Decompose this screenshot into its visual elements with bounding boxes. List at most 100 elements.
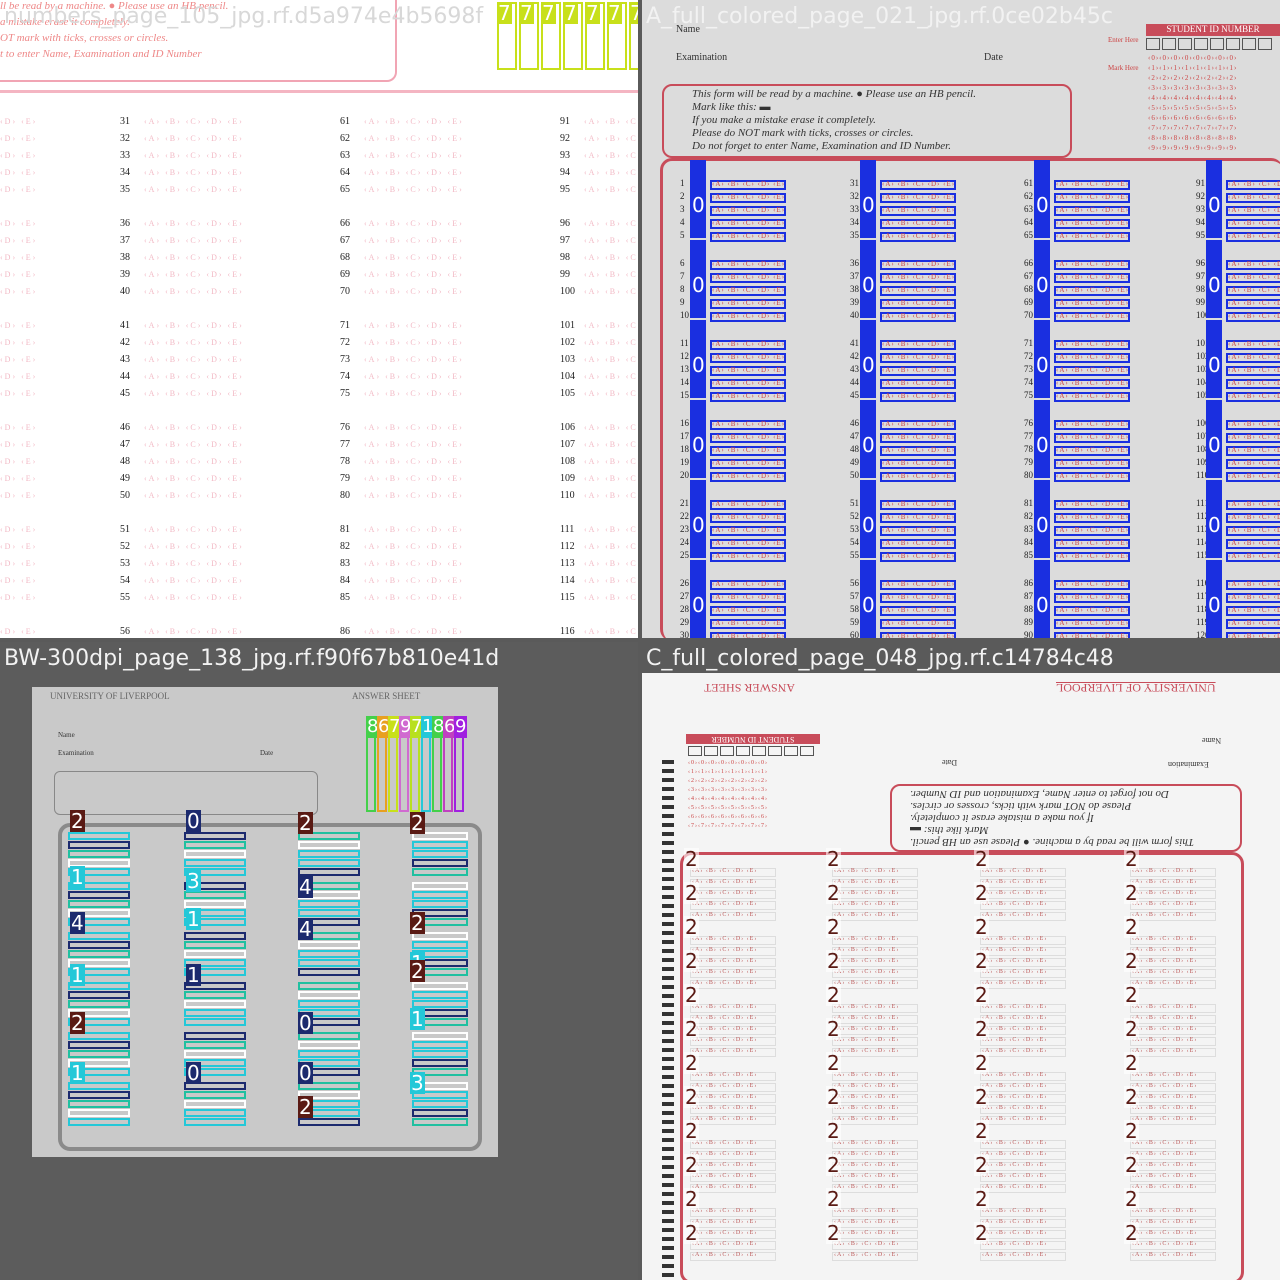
answer-bubbles: ‹D› ‹E› (0, 236, 38, 245)
answer-row-box (184, 950, 246, 958)
answer-row-box (184, 850, 246, 858)
detection-label: 0 (691, 513, 706, 537)
question-number: 53 (120, 558, 130, 569)
timing-mark (662, 1102, 674, 1106)
row-detection-label: 0 (298, 1061, 313, 1085)
question-number: 73 (340, 354, 350, 365)
timing-mark (662, 958, 674, 962)
answer-bubbles: ‹A› ‹B› ‹C› ‹D› ‹E› (364, 372, 464, 381)
question-number: 32 (850, 191, 859, 201)
timing-mark (662, 1174, 674, 1178)
answer-bubbles: ‹A› ‹B› ‹C› ‹D› ‹E› (982, 1140, 1048, 1146)
detection-label: 0 (861, 353, 876, 377)
answer-bubbles: ‹D› ‹E› (0, 287, 38, 296)
timing-mark (662, 1219, 674, 1223)
answer-row-box (184, 841, 246, 849)
question-number: 83 (1024, 524, 1033, 534)
detection-label: 2 (1124, 949, 1139, 973)
question-number: 40 (120, 286, 130, 297)
id-digit-label: 7 (563, 1, 578, 25)
timing-mark (662, 1075, 674, 1079)
answer-bubbles: ‹A› ‹B› ‹C› ‹D› ‹E› (1056, 552, 1130, 560)
answer-bubbles: ‹A› ‹B› ‹C› ‹D› ‹E› (584, 525, 638, 534)
answer-bubbles: ‹A› ‹B› ‹C› ‹D› ‹E› (834, 1241, 900, 1247)
detection-label: 2 (1124, 847, 1139, 871)
answer-bubbles: ‹A› ‹B› ‹C› ‹D› ‹E› (1228, 526, 1280, 534)
answer-bubbles: ‹A› ‹B› ‹C› ‹D› ‹E› (364, 270, 464, 279)
timing-mark (662, 904, 674, 908)
answer-bubbles: ‹A› ‹B› ‹C› ‹D› ‹E› (692, 890, 758, 896)
answer-row-box (412, 982, 468, 990)
detection-label: 2 (974, 1017, 989, 1041)
answer-bubbles: ‹A› ‹B› ‹C› ‹D› ‹E› (584, 270, 638, 279)
question-number: 43 (850, 364, 859, 374)
question-number: 68 (340, 252, 350, 263)
answer-bubbles: ‹A› ‹B› ‹C› ‹D› ‹E› (1228, 232, 1280, 240)
id-digit-label: 7 (519, 1, 534, 25)
question-number: 110 (560, 490, 575, 501)
answer-row-box (184, 1050, 246, 1058)
question-number: 54 (120, 575, 130, 586)
detection-label: 2 (684, 1153, 699, 1177)
timing-mark (662, 787, 674, 791)
date-label: Date (942, 758, 958, 767)
answer-bubbles: ‹A› ‹B› ‹C› ‹D› ‹E› (882, 580, 956, 588)
answer-bubbles: ‹A› ‹B› ‹C› ‹D› ‹E› (712, 513, 786, 521)
answer-bubbles: ‹A› ‹B› ‹C› ‹D› ‹E› (882, 219, 956, 227)
answer-bubbles: ‹A› ‹B› ‹C› ‹D› ‹E› (692, 1105, 758, 1111)
answer-bubbles: ‹A› ‹B› ‹C› ‹D› ‹E› (882, 312, 956, 320)
instruction-line: Mark like this: ▬ (692, 101, 771, 113)
answer-bubbles: ‹A› ‹B› ‹C› ‹D› ‹E› (144, 423, 244, 432)
answer-bubbles: ‹A› ‹B› ‹C› ‹D› ‹E› (712, 593, 786, 601)
university-name: UNIVERSITY OF LIVERPOOL (1056, 681, 1216, 695)
answer-bubbles: ‹A› ‹B› ‹C› ‹D› ‹E› (144, 117, 244, 126)
detection-label: 2 (826, 1051, 841, 1075)
question-number: 65 (340, 184, 350, 195)
answer-bubbles: ‹A› ‹B› ‹C› ‹D› ‹E› (1132, 879, 1198, 885)
id-bubble-row: ‹7›‹7›‹7›‹7›‹7›‹7›‹7›‹7› (688, 823, 768, 829)
question-number: 101 (560, 320, 575, 331)
question-number: 78 (1024, 444, 1033, 454)
question-number: 64 (340, 167, 350, 178)
question-number: 91 (560, 116, 570, 127)
answer-bubbles: ‹A› ‹B› ‹C› ‹D› ‹E› (1056, 180, 1130, 188)
answer-bubbles: ‹A› ‹B› ‹C› ‹D› ‹E› (692, 1037, 758, 1043)
question-number: 103 (560, 354, 575, 365)
answer-row-box (298, 1000, 360, 1008)
answer-row-box (68, 1041, 130, 1049)
answer-bubbles: ‹A› ‹B› ‹C› ‹D› ‹E› (1132, 901, 1198, 907)
timing-mark (662, 895, 674, 899)
question-number: 86 (340, 626, 350, 637)
answer-bubbles: ‹A› ‹B› ‹C› ‹D› ‹E› (834, 1230, 900, 1236)
answer-row-box (412, 841, 468, 849)
question-number: 51 (850, 498, 859, 508)
row-detection-label: 2 (298, 1095, 313, 1119)
id-entry-box (1226, 38, 1240, 50)
answer-bubbles: ‹A› ‹B› ‹C› ‹D› ‹E› (834, 1105, 900, 1111)
answer-bubbles: ‹A› ‹B› ‹C› ‹D› ‹E› (882, 539, 956, 547)
question-number: 23 (680, 524, 689, 534)
answer-bubbles: ‹A› ‹B› ‹C› ‹D› ‹E› (692, 1252, 758, 1258)
answer-bubbles: ‹A› ‹B› ‹C› ‹D› ‹E› (982, 936, 1048, 942)
detection-label: 2 (684, 1017, 699, 1041)
question-number: 109 (560, 473, 575, 484)
detection-label: 0 (691, 433, 706, 457)
answer-row-box (412, 868, 468, 876)
instruction-line: If you make a mistake erase it completel… (910, 812, 1094, 824)
timing-mark (662, 1192, 674, 1196)
answer-row-box (68, 950, 130, 958)
answer-bubbles: ‹A› ‹B› ‹C› ‹D› ‹E› (982, 1252, 1048, 1258)
answer-bubbles: ‹A› ‹B› ‹C› ‹D› ‹E› (982, 1105, 1048, 1111)
answer-bubbles: ‹A› ‹B› ‹C› ‹D› ‹E› (1228, 552, 1280, 560)
answer-bubbles: ‹A› ‹B› ‹C› ‹D› ‹E› (1056, 340, 1130, 348)
question-number: 70 (1024, 310, 1033, 320)
answer-bubbles: ‹A› ‹B› ‹C› ‹D› ‹E› (144, 253, 244, 262)
timing-mark (662, 931, 674, 935)
answer-bubbles: ‹A› ‹B› ‹C› ‹D› ‹E› (364, 593, 464, 602)
answer-bubbles: ‹A› ‹B› ‹C› ‹D› ‹E› (1056, 193, 1130, 201)
answer-bubbles: ‹A› ‹B› ‹C› ‹D› ‹E› (882, 619, 956, 627)
id-bubble-row: ‹5›‹5›‹5›‹5›‹5›‹5›‹5›‹5› (1148, 104, 1238, 112)
question-number: 34 (120, 167, 130, 178)
question-number: 69 (1024, 297, 1033, 307)
answer-bubbles: ‹A› ‹B› ‹C› ‹D› ‹E› (364, 117, 464, 126)
